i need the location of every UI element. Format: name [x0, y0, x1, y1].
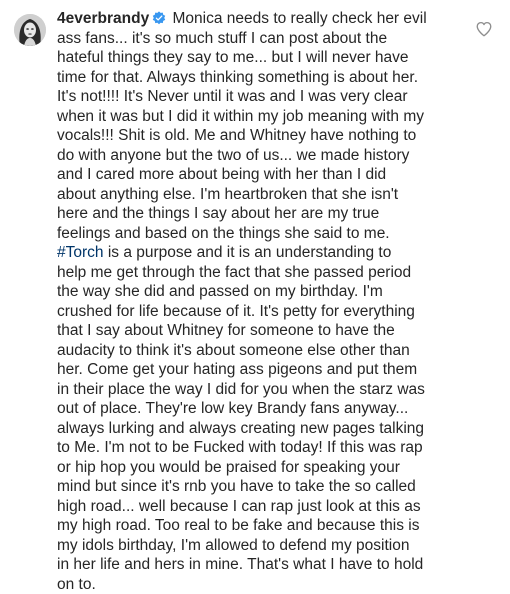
comment-line: when it was but I did it within my job m… [57, 107, 467, 127]
comment-line: time for that. Always thinking something… [57, 68, 467, 88]
comment-line: 4everbrandy Monica needs to really check… [57, 9, 467, 29]
heart-outline-icon [475, 20, 493, 38]
comment-line: my idols birthday, I'm allowed to defend… [57, 536, 467, 556]
comment-line: help me get through the fact that she pa… [57, 263, 467, 283]
comment-line: on to. [57, 575, 467, 594]
comment-line: hateful things they say to me... but I w… [57, 48, 467, 68]
comment-line: or hip hop you would be praised for spea… [57, 458, 467, 478]
comment-line: ass fans... it's so much stuff I can pos… [57, 29, 467, 49]
comment-line: my high road. Too real to be fake and be… [57, 516, 467, 536]
comment-line: It's not!!!! It's Never until it was and… [57, 87, 467, 107]
comment-line: the way she did and passed on my birthda… [57, 282, 467, 302]
comment-line: vocals!!! Shit is old. Me and Whitney ha… [57, 126, 467, 146]
comment-line: about anything else. I'm heartbroken tha… [57, 185, 467, 205]
comment-line-text: Monica needs to really check her evil [168, 10, 426, 27]
username-link[interactable]: 4everbrandy [57, 10, 149, 27]
comment-line: always lurking and always creating new p… [57, 419, 467, 439]
comment-line: her. Come get your hating ass pigeons an… [57, 360, 467, 380]
profile-avatar[interactable] [14, 14, 46, 46]
comment-line-text: is a purpose and it is an understanding … [104, 244, 392, 261]
comment-line: high road... well because I can rap just… [57, 497, 467, 517]
comment-line: in her life and hers in mine. That's wha… [57, 555, 467, 575]
avatar-image [14, 14, 46, 46]
comment-line: feelings and based on the things she sai… [57, 224, 467, 244]
comment-line: crushed for life because of it. It's pet… [57, 302, 467, 322]
like-button[interactable] [475, 20, 493, 38]
comment-line: to Me. I'm not to be Fucked with today! … [57, 438, 467, 458]
comment-line: audacity to think it's about someone els… [57, 341, 467, 361]
comment-line: #Torch is a purpose and it is an underst… [57, 243, 467, 263]
comment-line: here and the things I say about her are … [57, 204, 467, 224]
comment-line: and I cared more about being with her th… [57, 165, 467, 185]
comment-line: do with anyone but the two of us... we m… [57, 146, 467, 166]
hashtag-link[interactable]: #Torch [57, 244, 104, 261]
comment-text: 4everbrandy Monica needs to really check… [57, 9, 467, 594]
comment-line: in their place the way I did for you whe… [57, 380, 467, 400]
comment-line: mind but since it's rnb you have to take… [57, 477, 467, 497]
comment-item: 4everbrandy Monica needs to really check… [0, 0, 510, 537]
verified-badge-icon [152, 11, 166, 25]
comment-line: that I say about Whitney for someone to … [57, 321, 467, 341]
comment-line: out of place. They're low key Brandy fan… [57, 399, 467, 419]
